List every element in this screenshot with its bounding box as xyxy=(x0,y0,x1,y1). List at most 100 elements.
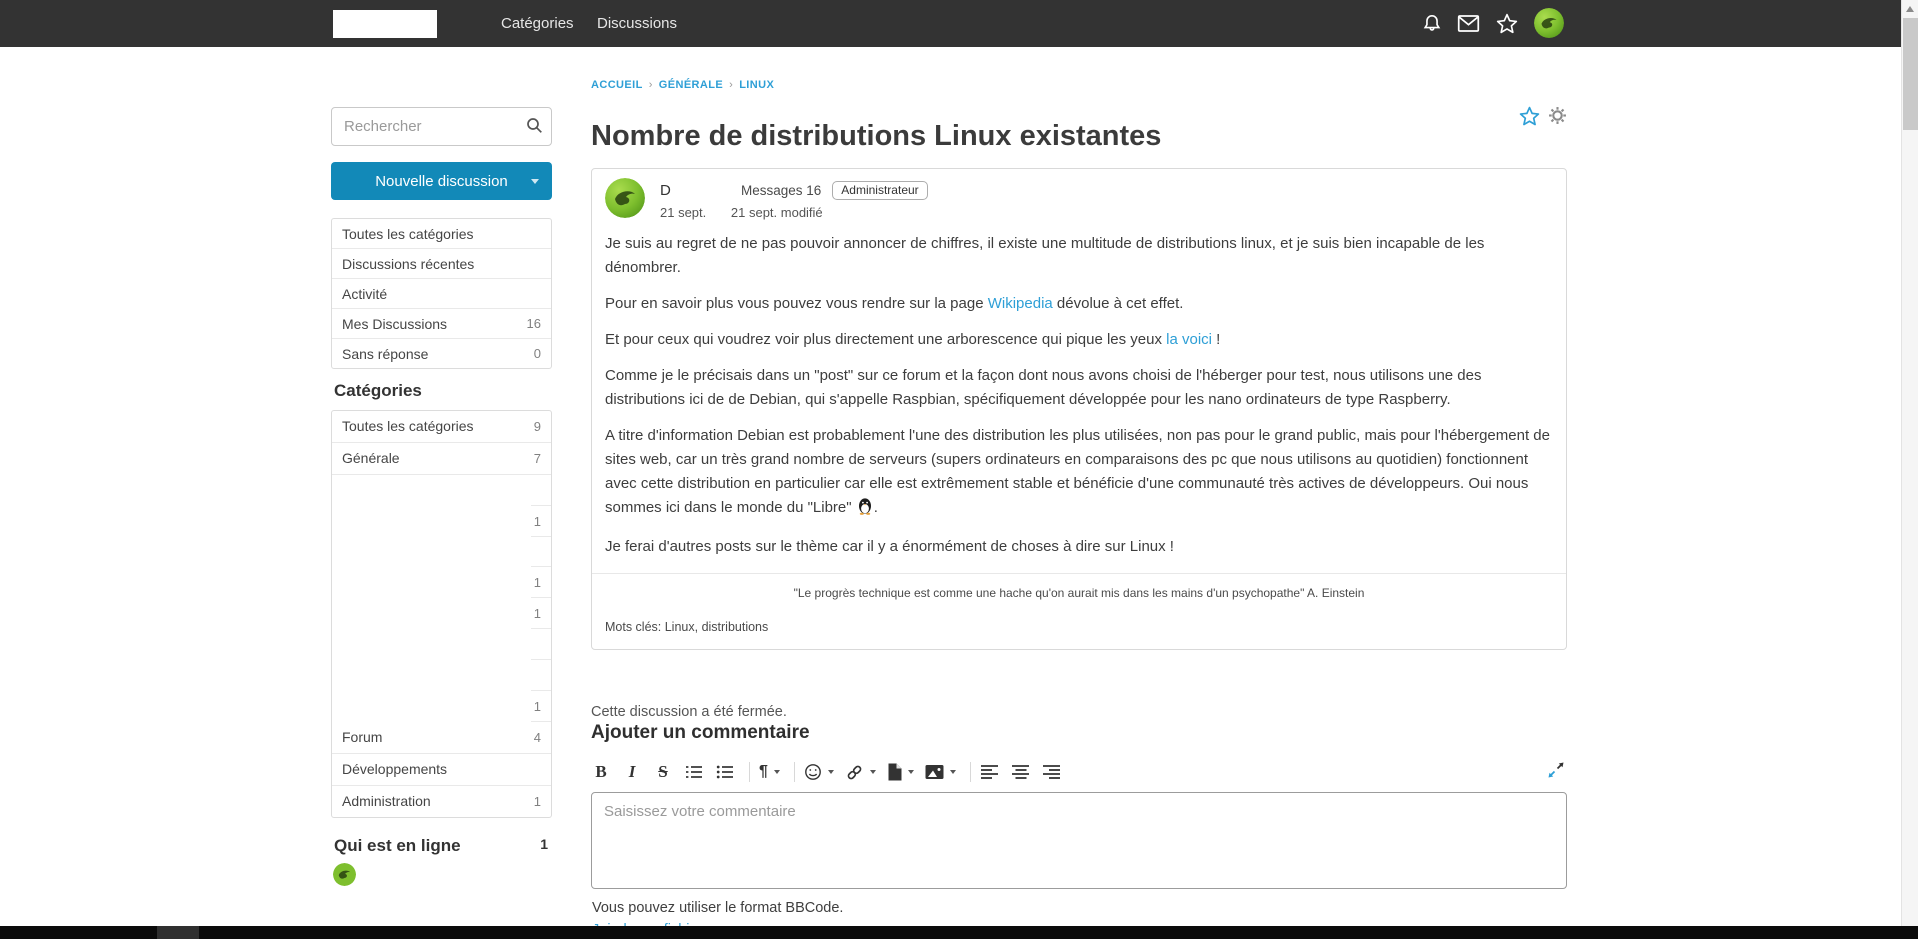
categories-heading: Catégories xyxy=(334,381,552,401)
post-edited-date: 21 sept. modifié xyxy=(731,205,823,220)
sidebar-list-row[interactable]: Activité xyxy=(332,278,551,308)
row-label: Toutes les catégories xyxy=(342,226,474,242)
search-input[interactable] xyxy=(331,107,552,146)
sidebar-categories-list: Toutes les catégories 9 Générale 7 1 1 1… xyxy=(331,410,552,818)
post-author-avatar[interactable] xyxy=(605,178,645,218)
horizontal-scrollbar-thumb[interactable] xyxy=(157,926,199,939)
post-paragraph: Comme je le précisais dans un "post" sur… xyxy=(605,364,1553,412)
file-button[interactable] xyxy=(887,759,914,785)
signature-divider xyxy=(592,573,1566,574)
align-center-button[interactable] xyxy=(1011,759,1031,785)
emoji-button[interactable] xyxy=(804,759,834,785)
post-tags: Mots clés: Linux, distributions xyxy=(605,620,1553,634)
row-count: 0 xyxy=(534,346,541,361)
sidebar-list-row[interactable]: Forum 4 xyxy=(332,722,551,753)
row-count: 9 xyxy=(534,419,541,434)
toolbar-separator xyxy=(970,762,971,782)
chevron-down-icon xyxy=(828,770,834,774)
sidebar-list-row[interactable] xyxy=(332,660,551,691)
row-count: 1 xyxy=(534,794,541,809)
align-right-button[interactable] xyxy=(1042,759,1062,785)
row-label: Administration xyxy=(342,793,431,809)
bbcode-note: Vous pouvez utiliser le format BBCode. xyxy=(592,900,843,916)
sidebar-list-row[interactable] xyxy=(332,537,551,568)
post-body: Je suis au regret de ne pas pouvoir anno… xyxy=(605,232,1553,559)
post-author-name[interactable]: D xyxy=(660,182,741,199)
sidebar-list-row[interactable]: 1 xyxy=(332,691,551,722)
sidebar-list-row[interactable]: 1 xyxy=(332,567,551,598)
link-button[interactable] xyxy=(845,759,876,785)
sidebar-nav-list: Toutes les catégories Discussions récent… xyxy=(331,218,552,369)
post-paragraph: Pour en savoir plus vous pouvez vous ren… xyxy=(605,292,1553,316)
ordered-list-button[interactable] xyxy=(684,759,704,785)
breadcrumb-current[interactable]: LINUX xyxy=(739,79,774,91)
post-paragraph: A titre d'information Debian est probabl… xyxy=(605,424,1553,523)
fullscreen-expand-icon[interactable] xyxy=(1547,761,1565,784)
unordered-list-button[interactable] xyxy=(715,759,735,785)
vertical-scrollbar[interactable] xyxy=(1901,0,1918,926)
top-navbar: Catégories Discussions xyxy=(0,0,1918,47)
row-count: 1 xyxy=(534,514,541,529)
breadcrumb-home[interactable]: ACCUEIL xyxy=(591,79,659,91)
nav-link-discussions[interactable]: Discussions xyxy=(597,0,677,47)
gear-icon[interactable] xyxy=(1548,106,1567,132)
row-label: Forum xyxy=(342,729,382,745)
page-title: Nombre de distributions Linux existantes xyxy=(591,120,1451,153)
sidebar-list-row[interactable]: Toutes les catégories xyxy=(332,219,551,248)
breadcrumb: ACCUEILGÉNÉRALELINUX xyxy=(591,79,774,91)
post-header: D Messages 16 Administrateur 21 sept. 21… xyxy=(605,178,1553,220)
breadcrumb-category[interactable]: GÉNÉRALE xyxy=(659,79,739,91)
admin-badge: Administrateur xyxy=(832,181,927,200)
sidebar-list-row[interactable]: Développements xyxy=(332,753,551,785)
paragraph-style-button[interactable]: ¶ xyxy=(759,759,780,785)
wikipedia-link[interactable]: Wikipedia xyxy=(988,295,1053,312)
sidebar-list-row[interactable]: Générale 7 xyxy=(332,442,551,474)
row-label: Développements xyxy=(342,761,447,777)
star-thread-icon[interactable] xyxy=(1519,106,1540,132)
chevron-down-icon xyxy=(908,770,914,774)
post-paragraph: Et pour ceux qui voudrez voir plus direc… xyxy=(605,328,1553,352)
penguin-emoji-icon xyxy=(857,497,873,523)
vertical-scrollbar-thumb[interactable] xyxy=(1903,18,1918,130)
la-voici-link[interactable]: la voici xyxy=(1166,331,1212,348)
image-button[interactable] xyxy=(925,759,956,785)
search-icon[interactable] xyxy=(526,117,543,139)
row-count: 1 xyxy=(534,699,541,714)
nav-link-categories[interactable]: Catégories xyxy=(501,0,574,47)
notifications-bell-icon[interactable] xyxy=(1421,13,1443,35)
site-logo[interactable] xyxy=(333,10,437,38)
favorites-star-icon[interactable] xyxy=(1496,13,1518,35)
italic-button[interactable]: I xyxy=(622,759,642,785)
row-label: Sans réponse xyxy=(342,346,428,362)
post-paragraph: Je suis au regret de ne pas pouvoir anno… xyxy=(605,232,1553,280)
row-label: Toutes les catégories xyxy=(342,418,474,434)
bold-button[interactable]: B xyxy=(591,759,611,785)
row-label: Générale xyxy=(342,450,400,466)
toolbar-separator xyxy=(749,762,750,782)
sidebar-list-row[interactable]: Toutes les catégories 9 xyxy=(332,411,551,442)
sidebar-list-row[interactable]: Discussions récentes xyxy=(332,248,551,278)
horizontal-scrollbar[interactable] xyxy=(0,926,1918,939)
align-left-button[interactable] xyxy=(980,759,1000,785)
strikethrough-button[interactable]: S xyxy=(653,759,673,785)
sidebar-list-row[interactable] xyxy=(332,629,551,660)
row-label: Discussions récentes xyxy=(342,256,474,272)
sidebar-list-row[interactable]: 1 xyxy=(332,598,551,629)
user-avatar[interactable] xyxy=(1534,8,1564,38)
online-user-avatar[interactable] xyxy=(333,863,356,886)
row-count: 4 xyxy=(534,730,541,745)
comment-input[interactable] xyxy=(591,792,1567,889)
sidebar-list-row[interactable] xyxy=(332,474,551,506)
scroll-up-arrow-icon[interactable] xyxy=(1906,6,1914,12)
messages-envelope-icon[interactable] xyxy=(1457,14,1479,36)
sidebar-list-row[interactable]: 1 xyxy=(332,506,551,537)
new-discussion-button[interactable]: Nouvelle discussion xyxy=(331,162,552,200)
chevron-down-icon xyxy=(774,770,780,774)
thread-actions xyxy=(1519,106,1567,132)
post-paragraph: Je ferai d'autres posts sur le thème car… xyxy=(605,535,1553,559)
toolbar-separator xyxy=(794,762,795,782)
sidebar-list-row[interactable]: Mes Discussions 16 xyxy=(332,308,551,338)
sidebar-list-row[interactable]: Sans réponse 0 xyxy=(332,338,551,368)
post-panel: D Messages 16 Administrateur 21 sept. 21… xyxy=(591,168,1567,650)
sidebar-list-row[interactable]: Administration 1 xyxy=(332,785,551,817)
